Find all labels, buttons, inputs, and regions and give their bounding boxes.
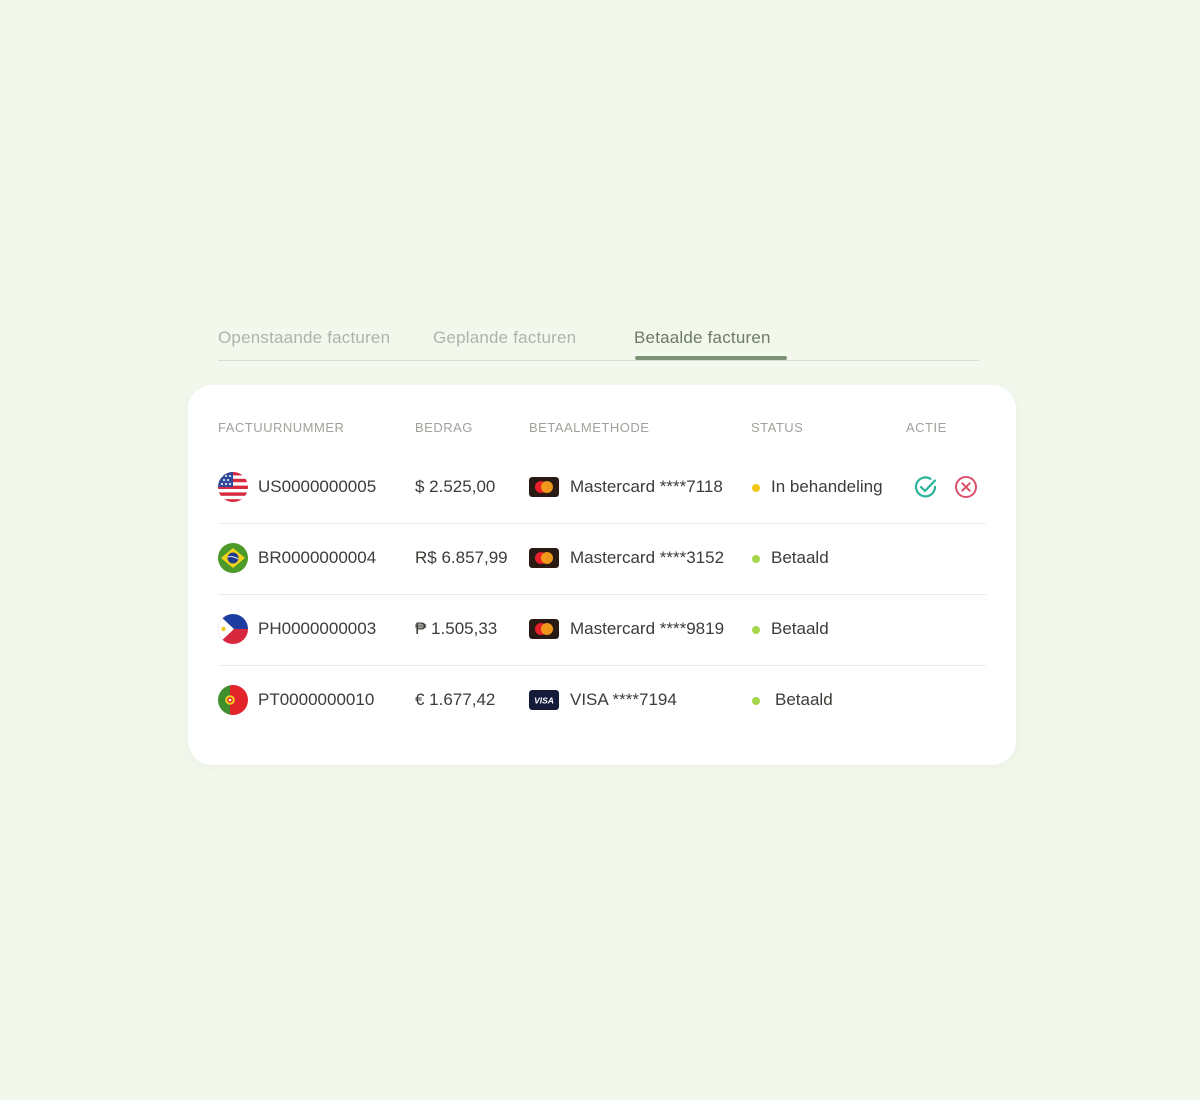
status-dot-paid bbox=[752, 555, 760, 563]
table-row: US0000000005 $ 2.525,00 Mastercard ****7… bbox=[218, 452, 986, 524]
table-row: PH0000000003 ₱ 1.505,33 Mastercard ****9… bbox=[218, 594, 986, 666]
reject-icon[interactable] bbox=[953, 474, 979, 500]
invoice-number: PT0000000010 bbox=[258, 690, 375, 709]
header-status: STATUS bbox=[751, 420, 804, 435]
status-label: Betaald bbox=[775, 690, 833, 709]
active-tab-indicator bbox=[635, 356, 787, 360]
tab-geplande-facturen[interactable]: Geplande facturen bbox=[433, 328, 576, 348]
mastercard-icon bbox=[529, 477, 559, 497]
invoice-amount: R$ 6.857,99 bbox=[415, 548, 508, 567]
pt-flag-icon bbox=[218, 685, 248, 715]
mastercard-icon bbox=[529, 548, 559, 568]
invoice-amount: ₱ 1.505,33 bbox=[415, 619, 498, 638]
invoice-number: US0000000005 bbox=[258, 477, 377, 496]
tab-openstaande-facturen[interactable]: Openstaande facturen bbox=[218, 328, 390, 348]
svg-text:VISA: VISA bbox=[534, 696, 554, 706]
invoice-tabs: Openstaande facturen Geplande facturen B… bbox=[218, 318, 979, 361]
status-dot-paid bbox=[752, 697, 760, 705]
status-dot-pending bbox=[752, 484, 760, 492]
approve-icon[interactable] bbox=[913, 474, 939, 500]
payment-method: Mastercard ****9819 bbox=[570, 619, 725, 638]
status-label: Betaald bbox=[771, 548, 829, 567]
table-row: BR0000000004 R$ 6.857,99 Mastercard ****… bbox=[218, 523, 986, 595]
us-flag-icon bbox=[218, 472, 248, 502]
ph-flag-icon bbox=[218, 614, 248, 644]
invoice-number: BR0000000004 bbox=[258, 548, 377, 567]
invoice-table-card: FACTUURNUMMER BEDRAG BETAALMETHODE STATU… bbox=[188, 385, 1016, 765]
payment-method: Mastercard ****3152 bbox=[570, 548, 725, 567]
header-betaalmethode: BETAALMETHODE bbox=[529, 420, 650, 435]
status-label: Betaald bbox=[771, 619, 829, 638]
header-factuurnummer: FACTUURNUMMER bbox=[218, 420, 345, 435]
header-actie: ACTIE bbox=[906, 420, 947, 435]
invoice-amount: € 1.677,42 bbox=[415, 690, 496, 709]
payment-method: Mastercard ****7118 bbox=[570, 477, 723, 496]
status-dot-paid bbox=[752, 626, 760, 634]
table-row: PT0000000010 € 1.677,42 VISA VISA ****71… bbox=[218, 665, 986, 736]
invoice-number: PH0000000003 bbox=[258, 619, 377, 638]
tab-betaalde-facturen[interactable]: Betaalde facturen bbox=[634, 328, 771, 348]
status-label: In behandeling bbox=[771, 477, 883, 496]
invoice-amount: $ 2.525,00 bbox=[415, 477, 496, 496]
header-bedrag: BEDRAG bbox=[415, 420, 473, 435]
visa-icon: VISA bbox=[529, 690, 559, 710]
mastercard-icon bbox=[529, 619, 559, 639]
br-flag-icon bbox=[218, 543, 248, 573]
payment-method: VISA ****7194 bbox=[570, 690, 677, 709]
